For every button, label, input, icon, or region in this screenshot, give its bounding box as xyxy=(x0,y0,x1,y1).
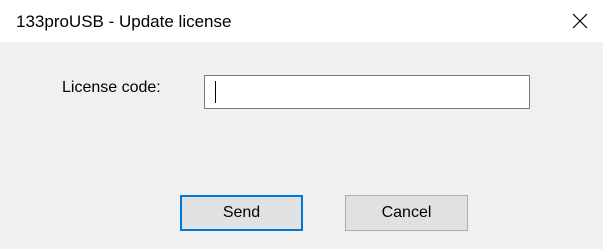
dialog-window: 133proUSB - Update license License code:… xyxy=(0,0,603,249)
title-bar: 133proUSB - Update license xyxy=(0,0,603,42)
license-code-input[interactable] xyxy=(204,75,530,109)
send-button[interactable]: Send xyxy=(180,195,303,231)
cancel-button[interactable]: Cancel xyxy=(345,195,468,231)
close-icon xyxy=(572,13,588,29)
text-caret xyxy=(215,81,216,103)
license-code-label: License code: xyxy=(62,79,161,96)
window-title: 133proUSB - Update license xyxy=(16,12,232,31)
close-button[interactable] xyxy=(557,0,603,42)
